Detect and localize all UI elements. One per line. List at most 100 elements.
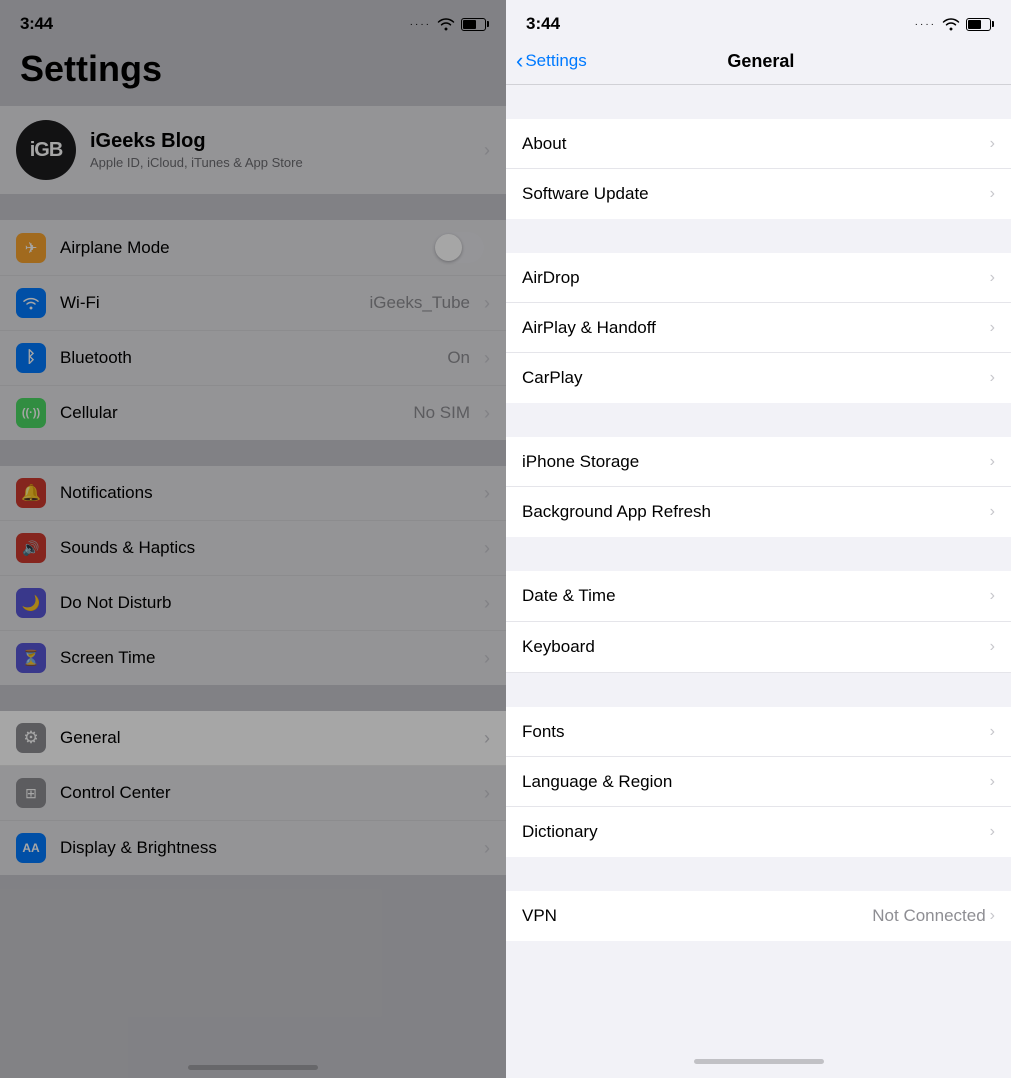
iphonestorage-label: iPhone Storage	[522, 452, 990, 472]
right-item-iphonestorage[interactable]: iPhone Storage ›	[506, 437, 1011, 487]
section-connectivity: AirDrop › AirPlay & Handoff › CarPlay ›	[506, 253, 1011, 403]
vpn-label: VPN	[522, 906, 872, 926]
vpn-chevron: ›	[990, 907, 995, 925]
right-signal-icon: ····	[915, 19, 936, 30]
sidebar-item-cellular[interactable]: ((·)) Cellular No SIM ›	[0, 386, 506, 440]
right-battery-icon	[966, 18, 991, 31]
cellular-icon: ((·))	[16, 398, 46, 428]
profile-name: iGeeks Blog	[90, 130, 476, 153]
back-label: Settings	[525, 51, 586, 71]
sounds-label: Sounds & Haptics	[60, 538, 476, 558]
dictionary-chevron: ›	[990, 823, 995, 841]
sidebar-item-donotdisturb[interactable]: 🌙 Do Not Disturb ›	[0, 576, 506, 631]
right-item-languageregion[interactable]: Language & Region ›	[506, 757, 1011, 807]
right-item-keyboard[interactable]: Keyboard ›	[506, 622, 1011, 672]
right-item-softwareupdate[interactable]: Software Update ›	[506, 169, 1011, 219]
gap1	[0, 196, 506, 220]
wifi-row-icon	[16, 288, 46, 318]
general-chevron: ›	[484, 728, 490, 749]
bluetooth-chevron: ›	[484, 348, 490, 369]
notifications-chevron: ›	[484, 483, 490, 504]
home-indicator-left	[188, 1065, 318, 1070]
back-button[interactable]: ‹ Settings	[516, 50, 587, 72]
airdrop-label: AirDrop	[522, 268, 990, 288]
airplay-label: AirPlay & Handoff	[522, 318, 990, 338]
sidebar-item-bluetooth[interactable]: ᛒ Bluetooth On ›	[0, 331, 506, 386]
sidebar-item-displaybrightness[interactable]: AA Display & Brightness ›	[0, 821, 506, 875]
bluetooth-value: On	[447, 348, 470, 368]
home-indicator-right	[506, 1044, 1011, 1078]
general-label: General	[60, 728, 476, 748]
right-item-airplay[interactable]: AirPlay & Handoff ›	[506, 303, 1011, 353]
datetime-label: Date & Time	[522, 586, 990, 606]
sidebar-item-airplane[interactable]: ✈ Airplane Mode	[0, 220, 506, 276]
backgroundapprefresh-chevron: ›	[990, 503, 995, 521]
about-chevron: ›	[990, 135, 995, 153]
avatar: iGB	[16, 120, 76, 180]
section-about: About › Software Update ›	[506, 119, 1011, 219]
softwareupdate-chevron: ›	[990, 185, 995, 203]
sidebar-item-general[interactable]: ⚙ General ›	[0, 711, 506, 766]
keyboard-chevron: ›	[990, 638, 995, 656]
sounds-chevron: ›	[484, 538, 490, 559]
airplane-icon: ✈	[16, 233, 46, 263]
right-status-bar: 3:44 ····	[506, 0, 1011, 40]
section-datetime: Date & Time ›	[506, 571, 1011, 621]
screentime-chevron: ›	[484, 648, 490, 669]
controlcenter-icon: ⊞	[16, 778, 46, 808]
right-status-time: 3:44	[526, 14, 560, 34]
gap4-right	[506, 673, 1011, 707]
gap1-right	[506, 219, 1011, 253]
fonts-label: Fonts	[522, 722, 990, 742]
sidebar-item-controlcenter[interactable]: ⊞ Control Center ›	[0, 766, 506, 821]
left-settings-title: Settings	[0, 40, 506, 106]
right-nav: ‹ Settings General	[506, 40, 1011, 85]
controlcenter-label: Control Center	[60, 783, 476, 803]
gap3-right	[506, 537, 1011, 571]
general-icon: ⚙	[16, 723, 46, 753]
right-item-about[interactable]: About ›	[506, 119, 1011, 169]
gap2-right	[506, 403, 1011, 437]
dictionary-label: Dictionary	[522, 822, 990, 842]
gap-top	[506, 85, 1011, 119]
screentime-label: Screen Time	[60, 648, 476, 668]
right-item-airdrop[interactable]: AirDrop ›	[506, 253, 1011, 303]
right-item-backgroundapprefresh[interactable]: Background App Refresh ›	[506, 487, 1011, 537]
right-item-dictionary[interactable]: Dictionary ›	[506, 807, 1011, 857]
about-label: About	[522, 134, 990, 154]
nav-title: General	[587, 51, 935, 72]
sidebar-item-sounds[interactable]: 🔊 Sounds & Haptics ›	[0, 521, 506, 576]
gap5-right	[506, 857, 1011, 891]
back-chevron-icon: ‹	[516, 50, 523, 72]
cellular-label: Cellular	[60, 403, 413, 423]
left-status-bar: 3:44 ····	[0, 0, 506, 40]
airplane-toggle[interactable]	[433, 232, 484, 263]
right-item-datetime[interactable]: Date & Time ›	[506, 571, 1011, 621]
section-keyboard: Keyboard ›	[506, 621, 1011, 673]
section-vpn: VPN Not Connected ›	[506, 891, 1011, 941]
right-status-icons: ····	[915, 17, 991, 31]
keyboard-label: Keyboard	[522, 637, 990, 657]
profile-row[interactable]: iGB iGeeks Blog Apple ID, iCloud, iTunes…	[0, 106, 506, 194]
sidebar-item-wifi[interactable]: Wi-Fi iGeeks_Tube ›	[0, 276, 506, 331]
controlcenter-chevron: ›	[484, 783, 490, 804]
sidebar-item-screentime[interactable]: ⏳ Screen Time ›	[0, 631, 506, 685]
right-item-vpn[interactable]: VPN Not Connected ›	[506, 891, 1011, 941]
languageregion-chevron: ›	[990, 773, 995, 791]
displaybrightness-label: Display & Brightness	[60, 838, 476, 858]
left-status-icons: ····	[410, 17, 486, 31]
system-group: ⚙ General › ⊞ Control Center › AA Displa…	[0, 711, 506, 875]
left-status-time: 3:44	[20, 14, 53, 34]
section-storage: iPhone Storage › Background App Refresh …	[506, 437, 1011, 537]
battery-icon	[461, 18, 486, 31]
notifications-label: Notifications	[60, 483, 476, 503]
airplane-label: Airplane Mode	[60, 238, 433, 258]
signal-icon: ····	[410, 19, 431, 30]
airdrop-chevron: ›	[990, 269, 995, 287]
profile-info: iGeeks Blog Apple ID, iCloud, iTunes & A…	[90, 130, 476, 170]
cellular-value: No SIM	[413, 403, 470, 423]
right-item-carplay[interactable]: CarPlay ›	[506, 353, 1011, 403]
right-item-fonts[interactable]: Fonts ›	[506, 707, 1011, 757]
wifi-value: iGeeks_Tube	[370, 293, 470, 313]
sidebar-item-notifications[interactable]: 🔔 Notifications ›	[0, 466, 506, 521]
